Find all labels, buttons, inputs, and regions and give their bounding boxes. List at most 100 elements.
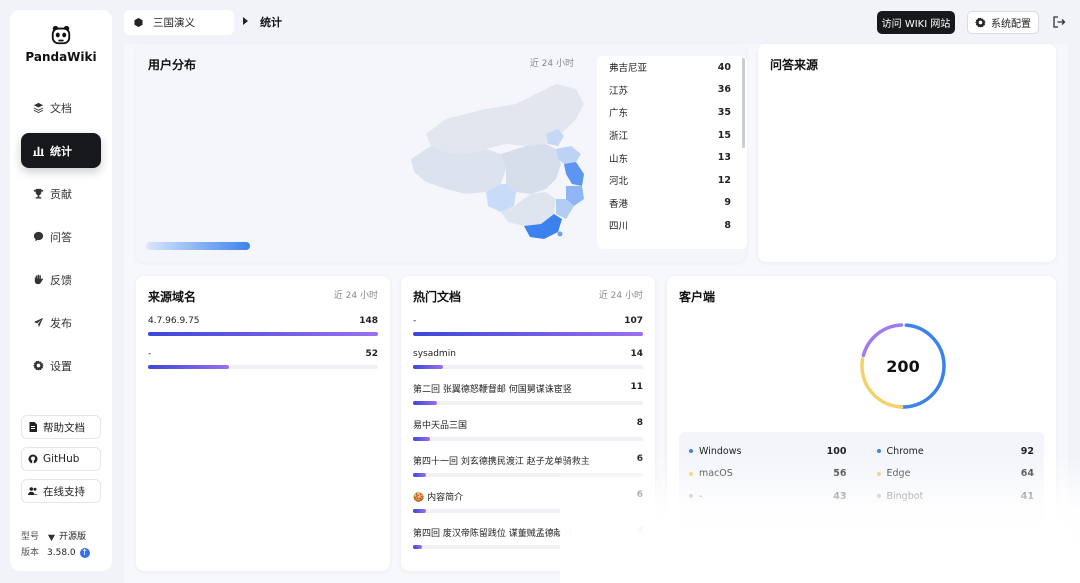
legend-dot bbox=[876, 471, 881, 476]
nav-label: 设置 bbox=[50, 359, 72, 373]
bar-row[interactable]: - 107 bbox=[413, 316, 643, 336]
bar-value: 11 bbox=[630, 382, 643, 392]
github-link[interactable]: GitHub bbox=[21, 447, 101, 471]
list-item: 四川 8 bbox=[597, 214, 747, 237]
help-docs-link[interactable]: 帮助文档 bbox=[21, 415, 101, 439]
bar-track bbox=[413, 401, 643, 405]
list-item: Windows 100 bbox=[689, 440, 847, 463]
nav-item-settings[interactable]: 设置 bbox=[21, 348, 101, 383]
hand-icon bbox=[34, 274, 43, 285]
bar-label: 第四回 废汉帝陈留践位 谋董贼孟德献刀 bbox=[413, 529, 572, 539]
bar-value: 6 bbox=[636, 490, 643, 500]
bar-fill bbox=[413, 437, 431, 441]
client-value: 56 bbox=[833, 468, 847, 480]
list-item: Edge 64 bbox=[876, 463, 1034, 486]
nav-item-contrib[interactable]: 贡献 bbox=[21, 176, 101, 211]
visit-wiki-button[interactable]: 访问 WIKI 网站 bbox=[877, 11, 955, 34]
region-value: 40 bbox=[717, 61, 731, 73]
bar-row[interactable]: 第二回 张翼德怒鞭督邮 何国舅谋诛宦竖 11 bbox=[413, 382, 643, 405]
nav-item-docs[interactable]: 文档 bbox=[21, 90, 101, 125]
domain-bar-list: 4.7.96.9.75 148 - 52 bbox=[148, 316, 378, 382]
card-period: 近 24 小时 bbox=[333, 291, 378, 301]
client-value: 43 bbox=[833, 490, 847, 502]
bar-row[interactable]: 第四十一回 刘玄德携民渡江 赵子龙单骑救主 6 bbox=[413, 454, 643, 477]
scrollbar[interactable] bbox=[742, 58, 745, 148]
nav-label: 反馈 bbox=[50, 273, 72, 287]
bar-value: 52 bbox=[365, 349, 378, 359]
nav-item-stats[interactable]: 统计 bbox=[21, 133, 101, 168]
bar-row[interactable]: 🍪 内容简介 6 bbox=[413, 490, 643, 513]
users-icon bbox=[28, 487, 38, 495]
bar-row[interactable]: 第四回 废汉帝陈留践位 谋董贼孟德献刀 4 bbox=[413, 526, 643, 549]
client-value: 41 bbox=[1020, 490, 1034, 502]
card-title: 问答来源 bbox=[770, 58, 819, 72]
bar-label: - bbox=[148, 349, 152, 359]
nav-item-feedback[interactable]: 反馈 bbox=[21, 262, 101, 297]
v-badge-icon bbox=[47, 534, 56, 541]
list-item: macOS 56 bbox=[689, 463, 847, 486]
list-item: 弗吉尼亚 40 bbox=[597, 56, 747, 79]
kb-selector[interactable]: 三国演义 bbox=[124, 10, 234, 35]
online-support-link[interactable]: 在线支持 bbox=[21, 479, 101, 503]
bar-fill bbox=[413, 509, 426, 513]
client-name: Bingbot bbox=[886, 490, 924, 502]
version-label: 版本 bbox=[21, 548, 40, 558]
bar-fill bbox=[413, 401, 437, 405]
region-value: 12 bbox=[717, 174, 731, 186]
logout-icon[interactable] bbox=[1052, 15, 1066, 29]
update-icon[interactable]: ↑ bbox=[79, 548, 90, 558]
layers-icon bbox=[33, 102, 44, 113]
nav-item-publish[interactable]: 发布 bbox=[21, 305, 101, 340]
bar-fill bbox=[413, 332, 643, 336]
card-title: 客户端 bbox=[679, 290, 716, 304]
breadcrumb-current: 统计 bbox=[260, 16, 282, 29]
kb-name: 三国演义 bbox=[153, 17, 195, 29]
bar-fill bbox=[148, 365, 229, 369]
bar-row[interactable]: - 52 bbox=[148, 349, 378, 369]
list-item: 河北 12 bbox=[597, 169, 747, 192]
region-name: 浙江 bbox=[609, 131, 629, 143]
main-content: 用户分布 近 24 小时 弗吉尼亚 40 江苏 36 广东 35 浙江 15 山东 13 … bbox=[124, 44, 1068, 583]
logo[interactable]: PandaWiki bbox=[10, 24, 112, 64]
legend-dot bbox=[876, 449, 881, 454]
map-region-hongkong bbox=[557, 231, 563, 237]
bar-row[interactable]: 易中天品三国 8 bbox=[413, 418, 643, 441]
version-info: 型号 开源版 版本 3.58.0 ↑ bbox=[21, 529, 90, 561]
client-stats-box: Windows 100 Chrome 92 macOS 56 Edge 64 - 43 B… bbox=[679, 432, 1044, 532]
client-value: 64 bbox=[1020, 468, 1034, 480]
nav-label: 发布 bbox=[50, 316, 72, 330]
client-name: Chrome bbox=[886, 445, 924, 457]
nav-item-qa[interactable]: 问答 bbox=[21, 219, 101, 254]
cube-icon bbox=[134, 18, 143, 27]
map-region-north bbox=[426, 84, 584, 154]
region-value: 9 bbox=[724, 197, 731, 209]
nav-label: 文档 bbox=[50, 101, 72, 115]
card-title: 用户分布 bbox=[148, 58, 197, 72]
region-list[interactable]: 弗吉尼亚 40 江苏 36 广东 35 浙江 15 山东 13 河北 12 香港 9 四川 8 bbox=[597, 56, 747, 249]
bar-value: 148 bbox=[359, 316, 378, 326]
bar-label: 易中天品三国 bbox=[413, 421, 468, 431]
system-config-button[interactable]: 系统配置 bbox=[967, 11, 1039, 34]
model-label: 型号 bbox=[21, 532, 40, 542]
bar-row[interactable]: sysadmin 14 bbox=[413, 349, 643, 369]
bar-row[interactable]: 4.7.96.9.75 148 bbox=[148, 316, 378, 336]
region-name: 香港 bbox=[609, 198, 629, 210]
region-name: 四川 bbox=[609, 221, 629, 233]
region-name: 江苏 bbox=[609, 85, 629, 97]
card-title: 来源域名 bbox=[148, 290, 197, 304]
gear-icon bbox=[33, 360, 44, 371]
qa-source-card: 问答来源 bbox=[758, 44, 1056, 262]
china-map bbox=[411, 84, 584, 239]
map-region-jiangsu bbox=[564, 162, 584, 186]
list-item: - 43 bbox=[689, 485, 847, 508]
region-name: 山东 bbox=[609, 153, 629, 165]
region-name: 弗吉尼亚 bbox=[609, 63, 648, 75]
bar-fill bbox=[413, 473, 426, 477]
map-legend-scale bbox=[146, 242, 250, 250]
hot-docs-bar-list: - 107 sysadmin 14 第二回 张翼德怒鞭督邮 何国舅谋诛宦竖 11 易中天品三… bbox=[413, 316, 643, 562]
card-period: 近 24 小时 bbox=[598, 291, 643, 301]
github-icon bbox=[28, 454, 38, 464]
list-item: 广东 35 bbox=[597, 101, 747, 124]
clients-card: 客户端 200 Windows 100 Chrome 92 macOS 56 Edge… bbox=[667, 276, 1056, 576]
bar-fill bbox=[413, 545, 422, 549]
